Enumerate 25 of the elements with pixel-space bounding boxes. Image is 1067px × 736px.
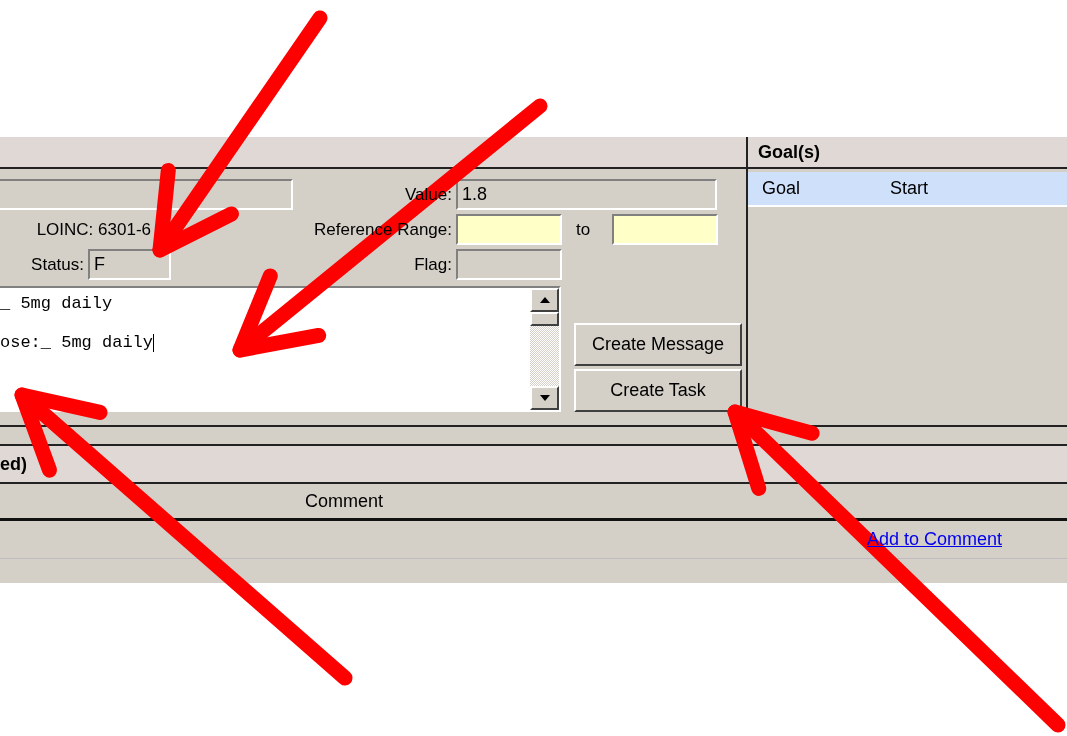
action-button[interactable]: Create Task bbox=[574, 369, 742, 412]
action-button[interactable]: Create Message bbox=[574, 323, 742, 366]
down-arrow-icon bbox=[539, 395, 550, 401]
value-field[interactable]: 1.8 bbox=[456, 179, 717, 210]
note-line: _ 5mg daily bbox=[0, 294, 114, 313]
field-label: to bbox=[576, 219, 591, 240]
flag-field[interactable] bbox=[456, 249, 562, 280]
range-low-field[interactable] bbox=[456, 214, 562, 245]
scroll-down-button[interactable] bbox=[530, 386, 559, 410]
up-arrow-icon bbox=[539, 297, 550, 303]
scroll-up-button[interactable] bbox=[530, 288, 559, 312]
status-field[interactable]: F bbox=[88, 249, 171, 280]
column-header: Comment bbox=[305, 490, 384, 512]
note-line: ose:_ 5mg daily bbox=[0, 333, 156, 352]
section-title: ed) bbox=[0, 453, 27, 475]
scrollbar[interactable] bbox=[530, 288, 559, 410]
column-header: Goal bbox=[761, 178, 802, 199]
column-header: Start bbox=[889, 178, 929, 199]
panel-title: Goal(s) bbox=[758, 141, 820, 163]
loinc-code: LOINC: 6301-6 bbox=[36, 219, 151, 240]
note-text-area[interactable]: _ 5mg daily ose:_ 5mg daily bbox=[0, 286, 561, 412]
field-label: Status: bbox=[31, 254, 84, 275]
field-label: Flag: bbox=[414, 254, 452, 275]
scroll-thumb[interactable] bbox=[530, 312, 559, 326]
range-high-field[interactable] bbox=[612, 214, 718, 245]
